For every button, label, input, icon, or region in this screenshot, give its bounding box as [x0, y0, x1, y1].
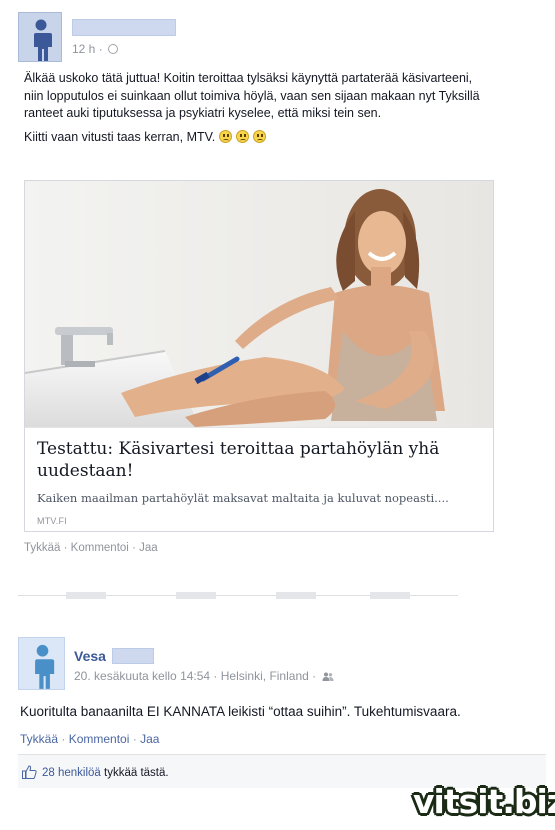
likes-text: 28 henkilöä tykkää tästä.: [42, 767, 169, 779]
comment-link[interactable]: Kommentoi: [71, 542, 129, 554]
post-paragraph-1: Älkää uskoko tätä juttua! Koitin teroitt…: [24, 71, 480, 120]
comment-author-avatar[interactable]: [18, 637, 65, 690]
like-link[interactable]: Tykkää: [24, 542, 60, 554]
site-watermark: vitsit.biz: [413, 782, 555, 821]
like-link[interactable]: Tykkää: [20, 732, 58, 746]
share-link[interactable]: Jaa: [139, 542, 158, 554]
default-person-icon: [32, 19, 52, 61]
frowning-face-icon: [253, 129, 267, 143]
post-body: Älkää uskoko tätä juttua! Koitin teroitt…: [24, 70, 494, 152]
action-separator: ·: [60, 542, 71, 554]
action-separator: ·: [129, 732, 141, 746]
comment-link[interactable]: Kommentoi: [69, 732, 130, 746]
post-paragraph-2-text: Kiitti vaan vitusti taas kerran, MTV.: [24, 129, 216, 144]
thumbs-up-icon: [22, 765, 37, 779]
comment-meta: 20. kesäkuuta kello 14:54 · Helsinki, Fi…: [74, 669, 334, 683]
story-divider-segment: [370, 592, 410, 599]
story-divider-segment: [276, 592, 316, 599]
post-author-name-redacted: [72, 19, 176, 36]
story-divider-segment: [66, 592, 106, 599]
link-preview-image[interactable]: [25, 181, 493, 427]
frowning-face-icon: [236, 129, 250, 143]
globe-icon[interactable]: [108, 44, 119, 54]
action-separator: ·: [128, 542, 140, 554]
post-timestamp[interactable]: 12 h ·: [72, 42, 119, 56]
share-link[interactable]: Jaa: [140, 732, 159, 746]
link-preview-body[interactable]: Testattu: Käsivartesi teroittaa partahöy…: [25, 427, 493, 531]
link-description: Kaiken maailman partahöylät maksavat mal…: [37, 491, 449, 505]
friends-icon[interactable]: [322, 672, 334, 681]
post-author-avatar[interactable]: [18, 12, 62, 62]
comment-author-name[interactable]: Vesa: [74, 648, 106, 664]
comment-author-surname-redacted: [112, 648, 154, 664]
post-time-text[interactable]: 12 h ·: [72, 42, 103, 56]
comment-body: Kuoritulta banaanilta EI KANNATA leikist…: [20, 704, 461, 719]
comment-actions: Tykkää · Kommentoi · Jaa: [20, 732, 159, 746]
frowning-face-icon: [219, 129, 233, 143]
comment-meta-text[interactable]: 20. kesäkuuta kello 14:54 · Helsinki, Fi…: [74, 669, 316, 683]
likes-suffix: tykkää tästä.: [100, 767, 169, 779]
link-preview-card[interactable]: Testattu: Käsivartesi teroittaa partahöy…: [24, 180, 494, 532]
default-person-icon: [32, 644, 55, 689]
post-actions: Tykkää · Kommentoi · Jaa: [24, 542, 158, 554]
link-source: MTV.FI: [37, 516, 67, 526]
post-paragraph-2: Kiitti vaan vitusti taas kerran, MTV.: [24, 129, 494, 147]
link-title[interactable]: Testattu: Käsivartesi teroittaa partahöy…: [37, 438, 481, 482]
story-divider-segment: [176, 592, 216, 599]
action-separator: ·: [58, 732, 69, 746]
likes-count-link[interactable]: 28 henkilöä: [42, 767, 101, 779]
